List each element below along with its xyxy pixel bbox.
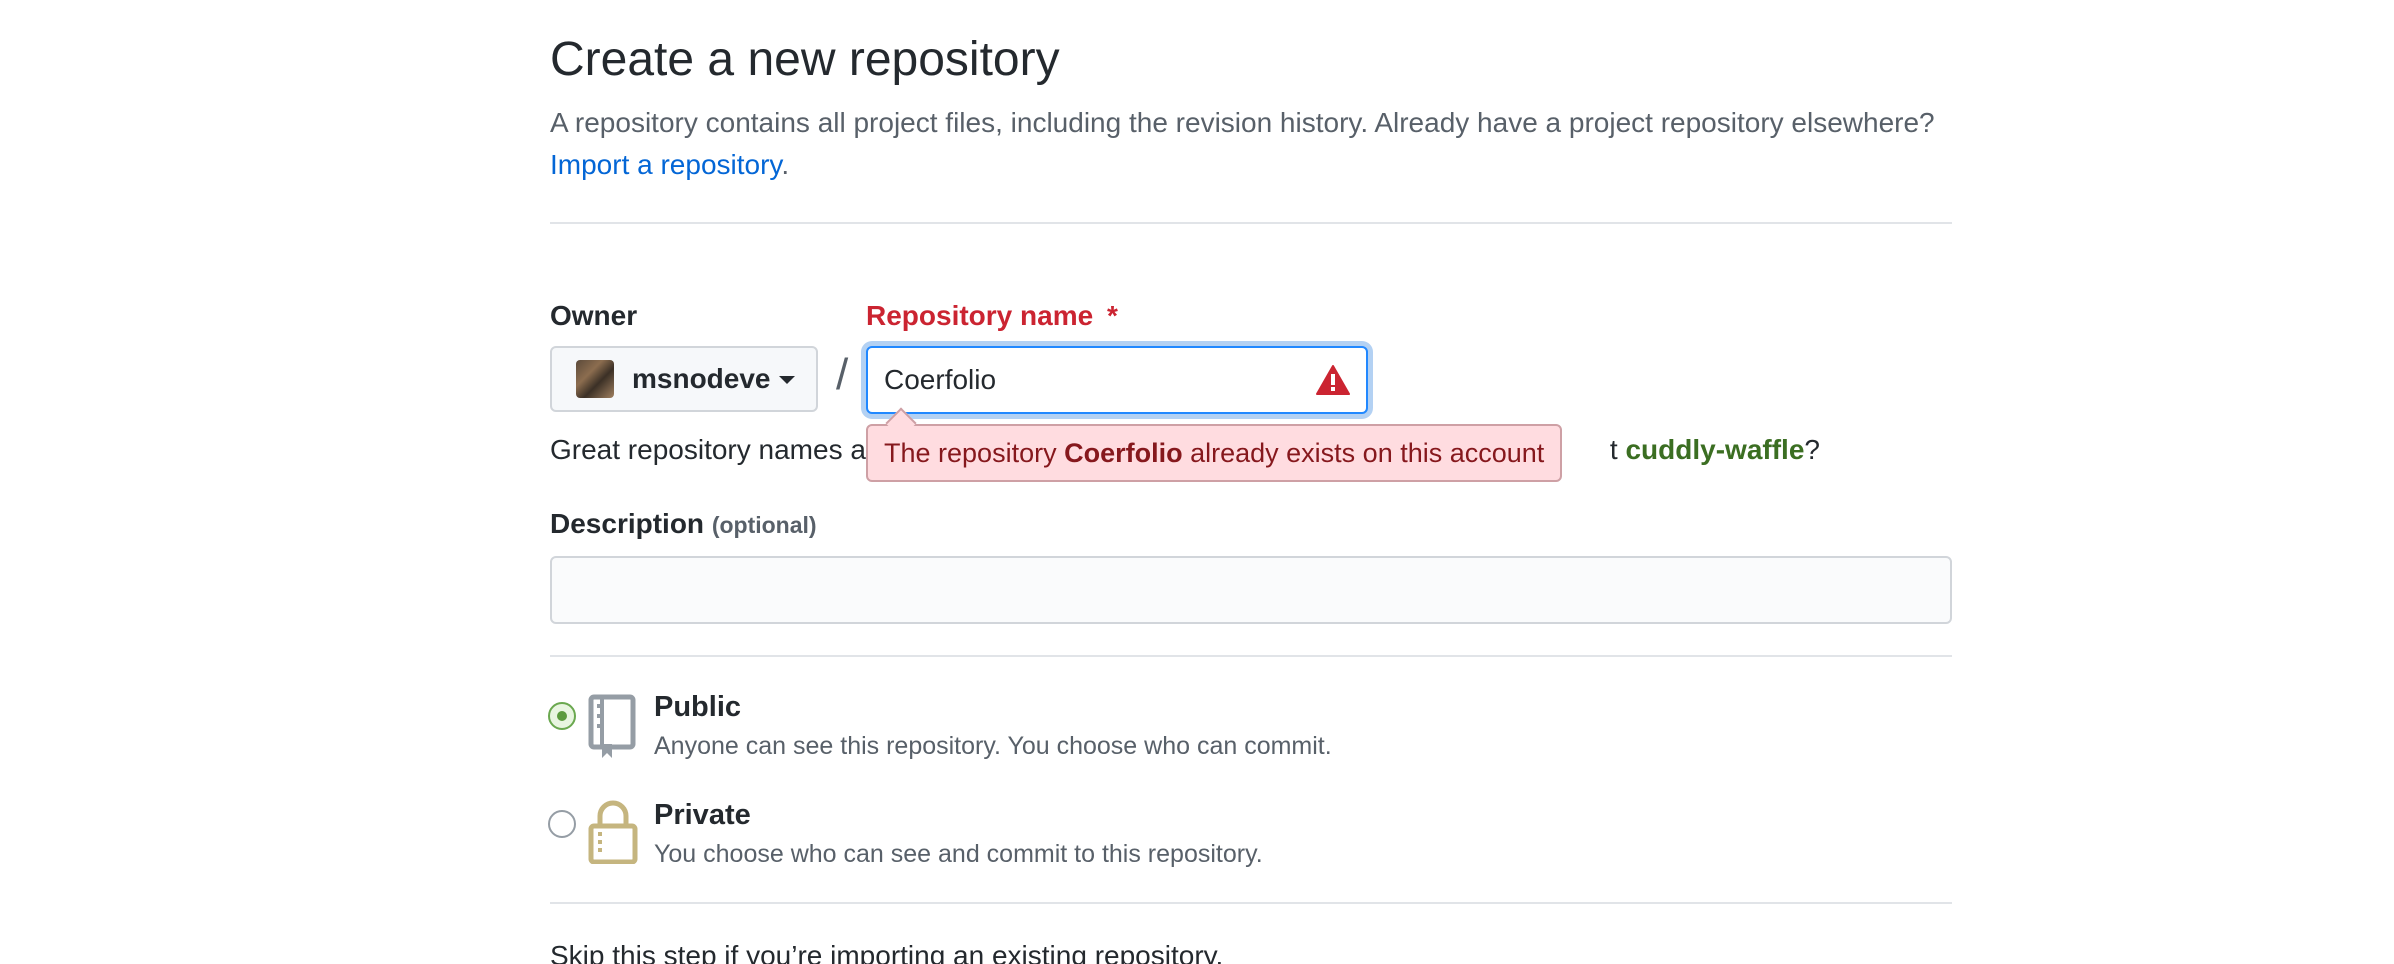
skip-step-text: Skip this step if you’re importing an ex… (550, 940, 1224, 964)
repo-book-icon (588, 694, 636, 758)
optional-hint: (optional) (711, 512, 817, 538)
header-divider (550, 222, 1952, 224)
import-repository-link[interactable]: Import a repository (550, 149, 781, 180)
description-label: Description (optional) (550, 508, 817, 540)
error-suffix: already exists on this account (1190, 437, 1545, 468)
description-label-text: Description (550, 508, 705, 539)
avatar (576, 360, 614, 398)
page-subtitle: A repository contains all project files,… (550, 102, 1952, 186)
description-divider (550, 655, 1952, 657)
caret-down-icon (778, 376, 795, 384)
owner-name: msnodeve (632, 363, 771, 394)
public-radio[interactable] (548, 702, 576, 730)
private-title: Private (654, 799, 751, 831)
public-desc: Anyone can see this repository. You choo… (654, 732, 1332, 760)
page: Create a new repository A repository con… (0, 0, 2394, 964)
public-title: Public (654, 691, 742, 723)
repository-name-field (866, 346, 1368, 414)
repository-name-label: Repository name * (866, 300, 1118, 332)
required-mark: * (1106, 300, 1118, 331)
hint-suffix: ? (1804, 434, 1820, 465)
page-title: Create a new repository (550, 33, 1060, 86)
repository-name-label-text: Repository name (866, 300, 1094, 331)
repository-name-input[interactable] (884, 348, 1284, 412)
description-input[interactable] (550, 556, 1952, 624)
error-prefix: The repository (884, 437, 1057, 468)
alert-triangle-icon (1316, 365, 1350, 395)
name-suggestion[interactable]: cuddly-waffle (1625, 434, 1804, 465)
visibility-divider (550, 902, 1952, 904)
error-repo-name: Coerfolio (1064, 437, 1183, 468)
hint-mid: t (1609, 434, 1618, 465)
owner-dropdown-button[interactable]: msnodeve (550, 346, 818, 412)
private-radio[interactable] (548, 810, 576, 838)
lock-icon (588, 800, 638, 864)
import-link-suffix: . (781, 149, 790, 180)
owner-label: Owner (550, 300, 638, 331)
repo-exists-error: The repository Coerfolio already exists … (866, 407, 1563, 482)
hint-prefix: Great repository names a (550, 434, 866, 465)
private-desc: You choose who can see and commit to thi… (654, 840, 1263, 868)
owner-repo-separator: / (836, 350, 849, 399)
subtitle-text: A repository contains all project files,… (550, 107, 1935, 138)
